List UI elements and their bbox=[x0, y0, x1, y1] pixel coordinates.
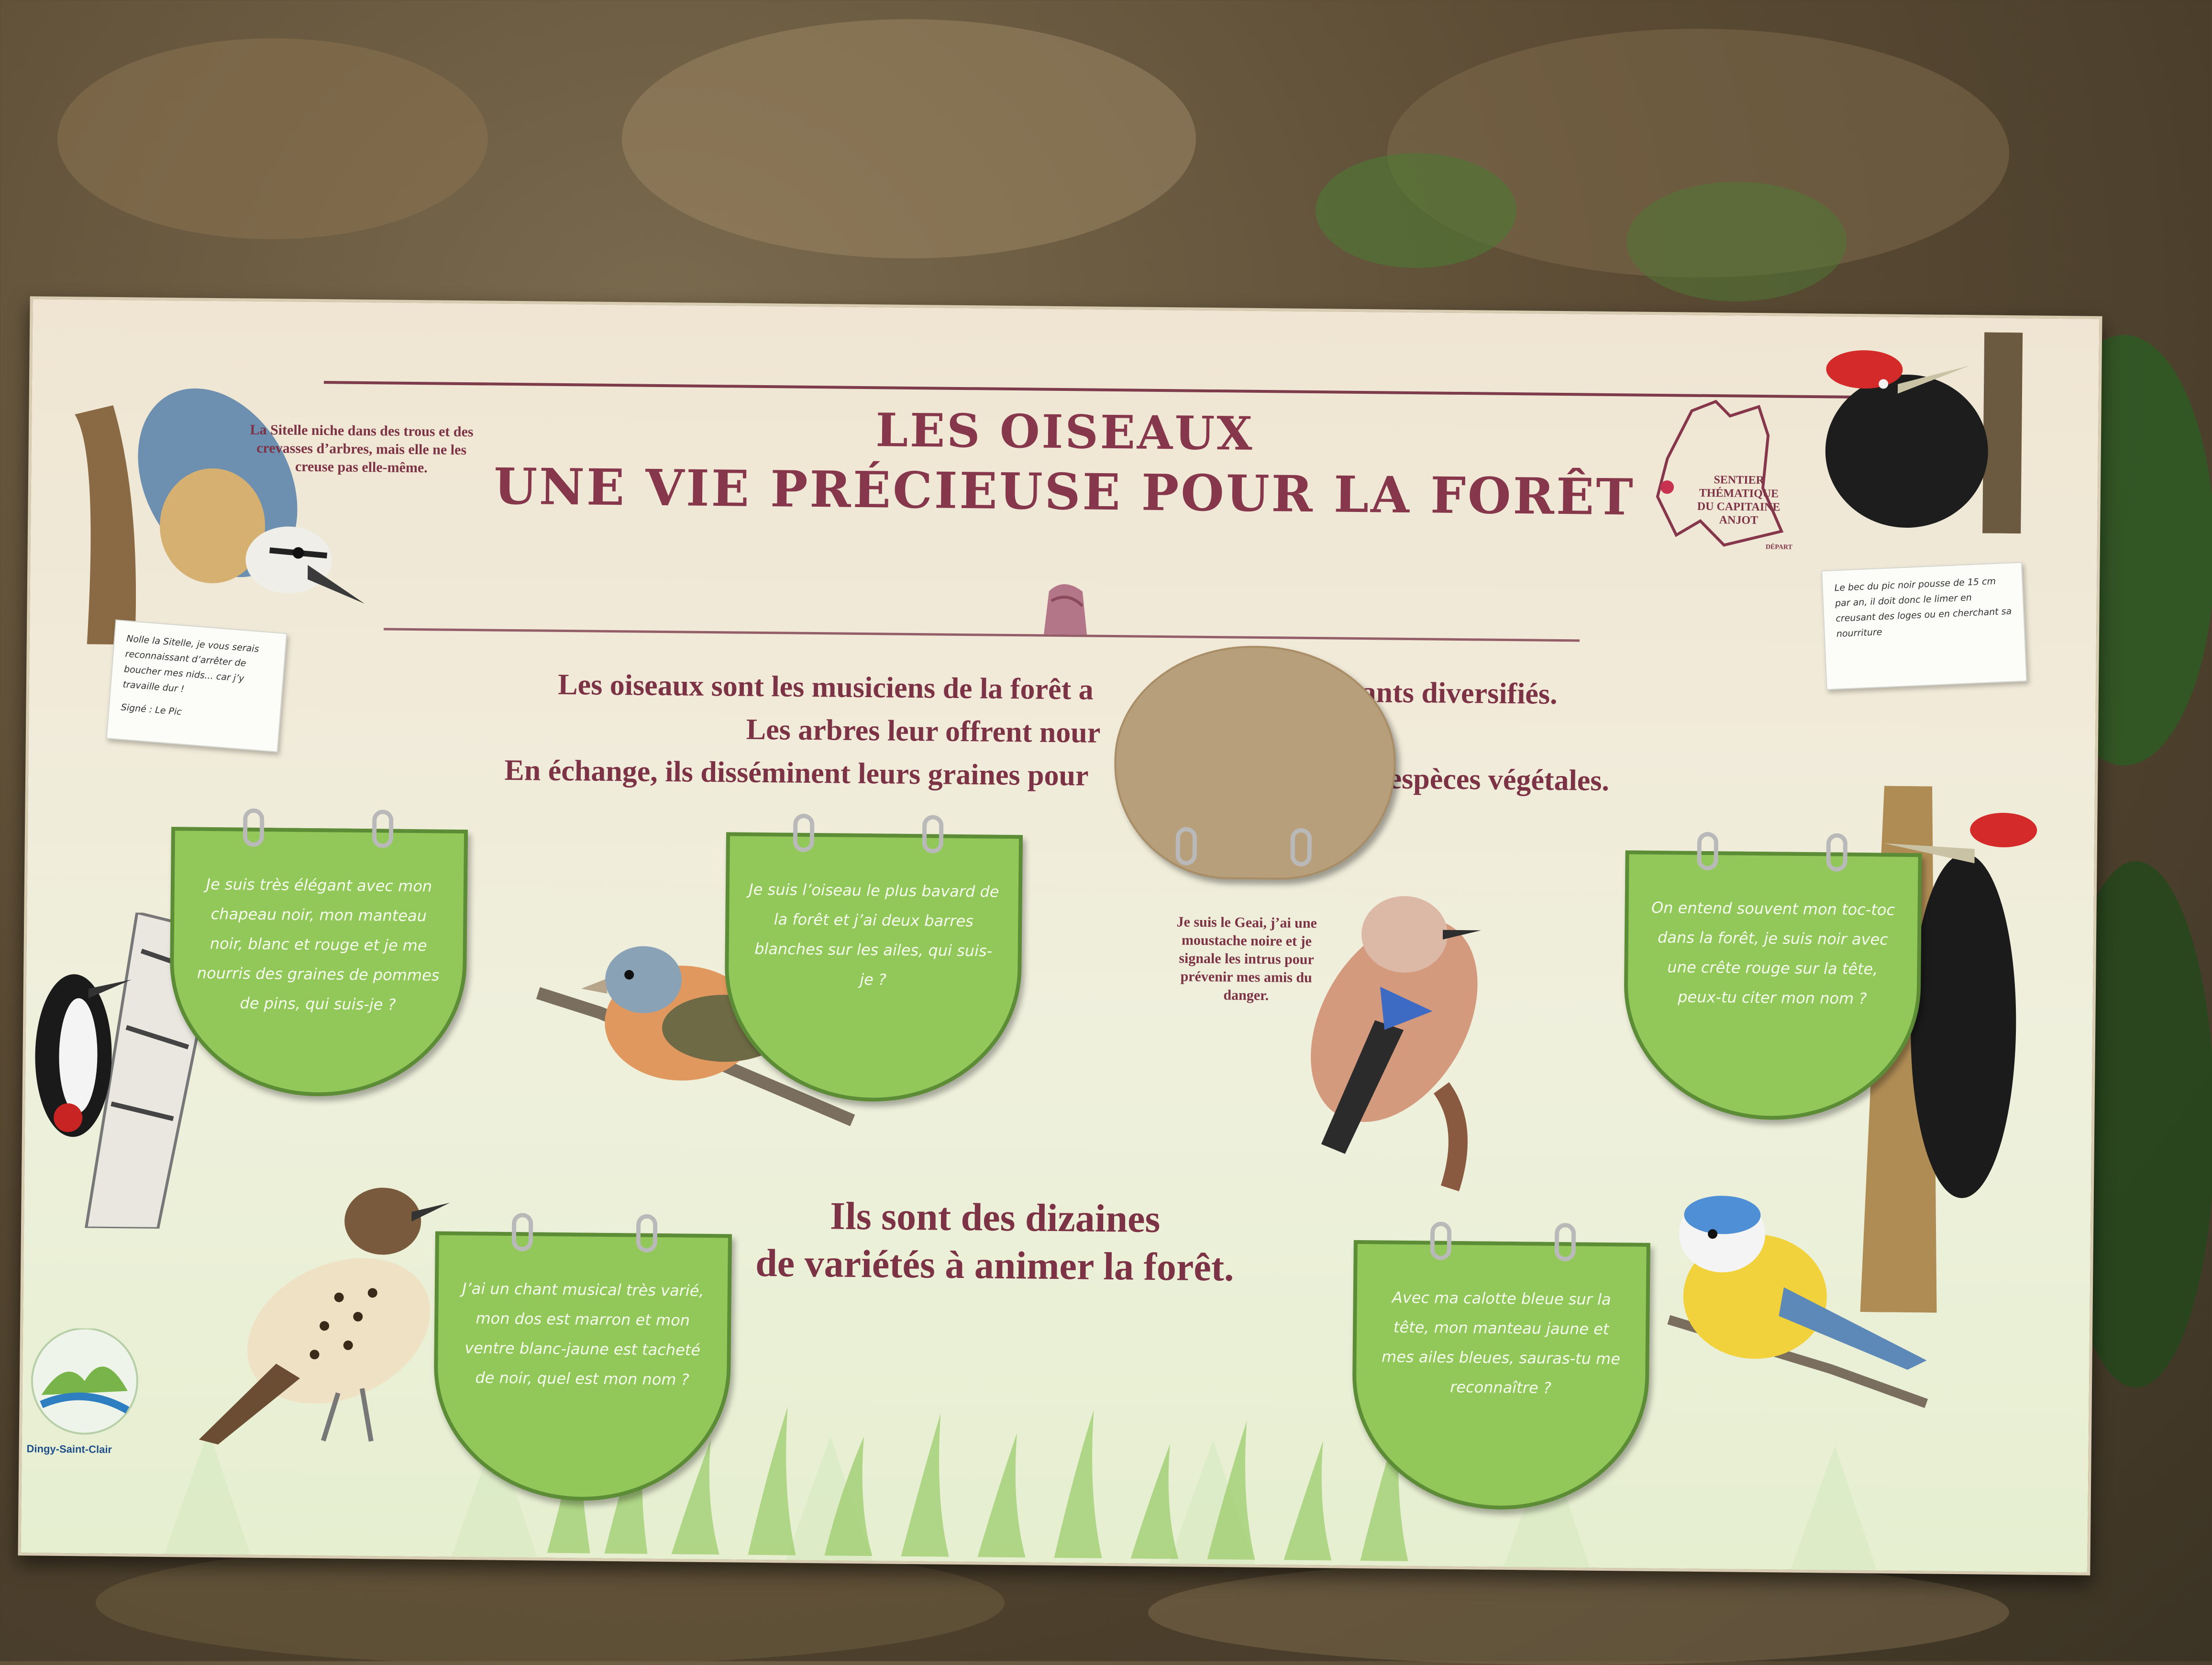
trail-map-start: DÉPART bbox=[1765, 544, 1792, 551]
forest-scene: LES OISEAUX UNE VIE PRÉCIEUSE POUR LA FO… bbox=[0, 0, 2212, 1665]
disc-ring bbox=[1175, 827, 1197, 866]
disc-ring bbox=[1554, 1222, 1576, 1262]
disc-ring bbox=[1697, 832, 1719, 871]
middle-text-line-2: de variétés à animer la forêt. bbox=[755, 1241, 1234, 1289]
sitelle-note-card: Nolle la Sitelle, je vous serais reconna… bbox=[106, 619, 288, 753]
jay-illustration bbox=[1311, 896, 1482, 1191]
disc-ring bbox=[636, 1214, 658, 1253]
stump-icon bbox=[1044, 584, 1087, 635]
disc-ring bbox=[1430, 1221, 1452, 1260]
quiz-disc-chaffinch[interactable]: Je suis l’oiseau le plus bavard de la fo… bbox=[723, 832, 1023, 1103]
quiz-disc-song-thrush[interactable]: J’ai un chant musical très varié, mon do… bbox=[432, 1231, 732, 1502]
quiz-disc-text: On entend souvent mon toc-toc dans la fo… bbox=[1651, 898, 1895, 1008]
woodpecker-note-card: Le bec du pic noir pousse de 15 cm par a… bbox=[1821, 562, 2027, 690]
tree-silhouette bbox=[1791, 1445, 1878, 1571]
plant bbox=[1626, 182, 1847, 301]
leaf-litter bbox=[622, 19, 1196, 258]
quiz-disc-great-spotted-woodpecker[interactable]: Je suis très élégant avec mon chapeau no… bbox=[168, 827, 468, 1098]
quiz-disc-text: J’ai un chant musical très varié, mon do… bbox=[462, 1279, 704, 1389]
leaf-litter bbox=[57, 38, 488, 239]
sitelle-card-text: Nolle la Sitelle, je vous serais reconna… bbox=[122, 633, 260, 695]
disc-ring bbox=[511, 1213, 533, 1252]
disc-ring bbox=[1290, 828, 1312, 867]
blank-wooden-disc[interactable] bbox=[1113, 644, 1397, 881]
sitelle-note: La Sitelle niche dans des trous et des c… bbox=[250, 422, 474, 476]
quiz-disc-text: Je suis l’oiseau le plus bavard de la fo… bbox=[749, 880, 999, 989]
plant bbox=[1316, 153, 1516, 268]
quiz-disc-text: Avec ma calotte bleue sur la tête, mon m… bbox=[1381, 1288, 1621, 1397]
intro-line-3-start: En échange, ils disséminent leurs graine… bbox=[504, 754, 1089, 792]
quiz-disc-black-woodpecker[interactable]: On entend souvent mon toc-toc dans la fo… bbox=[1623, 850, 1922, 1121]
intro-line-2: Les arbres leur offrent nour bbox=[316, 709, 1799, 757]
title-rule-bottom bbox=[384, 628, 1580, 642]
disc-ring bbox=[1826, 833, 1848, 872]
sitelle-card-signature: Signé : Le Pic bbox=[121, 702, 182, 718]
intro-line-1: Les oiseaux sont les musiciens de la for… bbox=[316, 666, 1800, 714]
disc-ring bbox=[922, 815, 944, 854]
disc-ring bbox=[793, 813, 815, 853]
blue-tit-illustration bbox=[1667, 1196, 1928, 1408]
leaf-litter bbox=[1148, 1560, 2009, 1665]
middle-text-line-1: Ils sont des dizaines bbox=[830, 1194, 1161, 1241]
nuthatch-illustration bbox=[75, 388, 365, 645]
intro-line-1-end: ants diversifiés. bbox=[1361, 676, 1558, 710]
dingy-saint-clair-logo bbox=[31, 1328, 138, 1435]
intro-line-3: En échange, ils disséminent leurs graine… bbox=[315, 752, 1799, 800]
black-woodpecker-head-illustration bbox=[1825, 332, 2023, 534]
information-sign: LES OISEAUX UNE VIE PRÉCIEUSE POUR LA FO… bbox=[18, 296, 2102, 1576]
intro-line-1-start: Les oiseaux sont les musiciens de la for… bbox=[558, 668, 1094, 706]
disc-ring bbox=[243, 808, 265, 847]
quiz-disc-text: Je suis très élégant avec mon chapeau no… bbox=[197, 875, 440, 1014]
intro-line-2-start: Les arbres leur offrent nour bbox=[746, 713, 1101, 749]
title-rule-top bbox=[324, 381, 1855, 399]
disc-ring bbox=[372, 810, 394, 848]
quiz-disc-blue-tit[interactable]: Avec ma calotte bleue sur la tête, mon m… bbox=[1351, 1240, 1650, 1511]
logo-label: Dingy-Saint-Clair bbox=[26, 1443, 112, 1456]
woodpecker-card-text: Le bec du pic noir pousse de 15 cm par a… bbox=[1834, 576, 2012, 640]
middle-text: Ils sont des dizaines de variétés à anim… bbox=[731, 1191, 1259, 1292]
trail-map-label: SENTIER THÉMATIQUE DU CAPITAINE ANJOT bbox=[1697, 474, 1781, 527]
